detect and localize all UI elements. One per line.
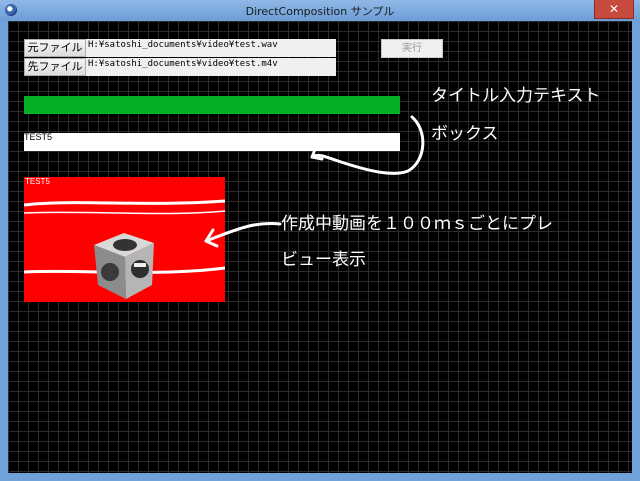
annotation-preview-line1: 作成中動画を１００ｍｓごとにプレ — [281, 214, 553, 234]
dest-file-button[interactable]: 先ファイル — [24, 58, 86, 76]
preview-wave-top — [24, 199, 225, 207]
source-file-path: H:¥satoshi_documents¥video¥test.wav — [88, 40, 278, 50]
title-text-input[interactable]: TEST5 — [24, 132, 400, 151]
dest-file-path: H:¥satoshi_documents¥video¥test.m4v — [88, 59, 278, 69]
preview-graphics — [24, 199, 225, 299]
window-title: DirectComposition サンプル — [245, 5, 395, 18]
annotation-textbox-line1: タイトル入力テキスト — [431, 86, 601, 106]
close-button[interactable]: ✕ — [594, 0, 634, 19]
dest-file-row: 先ファイル H:¥satoshi_documents¥video¥test.m4… — [24, 58, 336, 76]
source-file-row: 元ファイル H:¥satoshi_documents¥video¥test.wa… — [24, 39, 336, 57]
annotation-preview-line2: ビュー表示 — [281, 250, 366, 270]
client-area: 元ファイル H:¥satoshi_documents¥video¥test.wa… — [8, 21, 632, 473]
preview-wave-top-thin — [24, 210, 225, 215]
title-bar[interactable]: DirectComposition サンプル ✕ — [0, 0, 640, 21]
video-preview: TEST5 — [24, 177, 225, 302]
app-window: DirectComposition サンプル ✕ 元ファイル H:¥satosh… — [0, 0, 640, 481]
source-file-button[interactable]: 元ファイル — [24, 39, 86, 57]
progress-bar — [24, 96, 400, 114]
run-button[interactable]: 実行 — [381, 39, 443, 58]
annotation-textbox-line2: ボックス — [431, 124, 499, 144]
title-text-value: TEST5 — [24, 132, 53, 142]
rotating-cube-icon — [94, 233, 154, 299]
